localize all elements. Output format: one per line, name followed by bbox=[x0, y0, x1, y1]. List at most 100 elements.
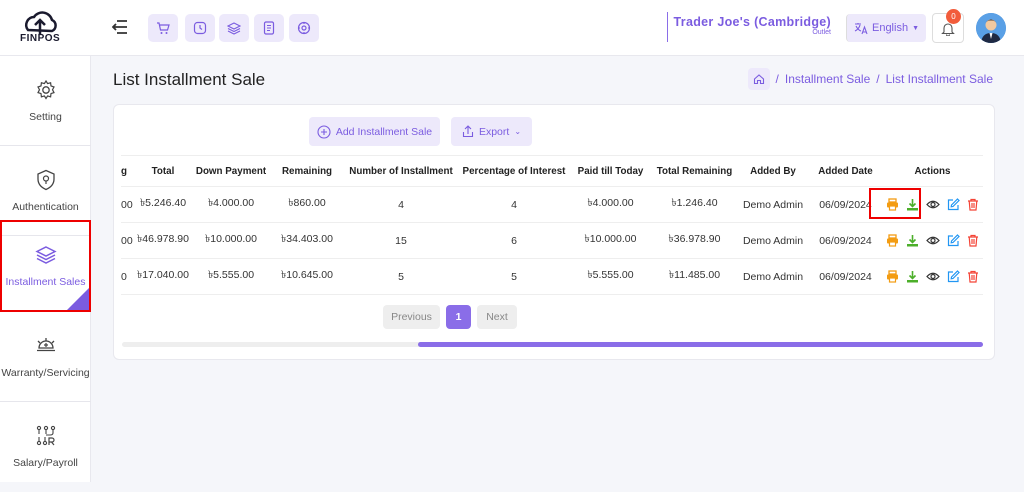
eye-icon[interactable] bbox=[926, 270, 940, 283]
collapse-menu-icon[interactable] bbox=[111, 18, 128, 39]
sidebar-item-setting[interactable]: Setting bbox=[0, 56, 91, 146]
language-label: English bbox=[871, 22, 909, 34]
table-cell: 06/09/2024 bbox=[809, 258, 882, 295]
breadcrumb-list-installment-sale: List Installment Sale bbox=[885, 72, 993, 86]
horizontal-scrollbar-thumb[interactable] bbox=[418, 342, 983, 347]
table-cell: ৳17.040.00 bbox=[135, 258, 191, 295]
trash-icon[interactable] bbox=[967, 234, 979, 247]
actions-cell bbox=[882, 222, 983, 259]
download-icon[interactable] bbox=[906, 234, 919, 247]
cart-button[interactable] bbox=[148, 14, 178, 42]
payroll-icon bbox=[36, 425, 55, 446]
add-installment-sale-button[interactable]: Add Installment Sale bbox=[309, 117, 440, 146]
sidebar-item-installment-sales[interactable]: Installment Sales bbox=[0, 220, 91, 312]
breadcrumb: / Installment Sale / List Installment Sa… bbox=[747, 68, 993, 90]
export-label: Export bbox=[478, 125, 510, 138]
column-header[interactable]: Number of Installment bbox=[343, 155, 459, 187]
table-cell: 5 bbox=[459, 258, 569, 295]
layers-button[interactable] bbox=[219, 14, 249, 42]
column-header[interactable]: Remaining bbox=[271, 155, 343, 187]
edit-icon[interactable] bbox=[947, 270, 960, 283]
table-header-row: g Total Down Payment Remaining Number of… bbox=[121, 155, 983, 187]
column-header[interactable]: Total bbox=[135, 155, 191, 187]
table-cell: 00 bbox=[121, 186, 135, 223]
table-cell: 00 bbox=[121, 222, 135, 259]
home-icon[interactable] bbox=[747, 68, 770, 90]
column-header[interactable]: Added Date bbox=[809, 155, 882, 187]
table-cell: 4 bbox=[459, 186, 569, 223]
installment-table-wrapper[interactable]: g Total Down Payment Remaining Number of… bbox=[121, 155, 983, 295]
add-installment-sale-label: Add Installment Sale bbox=[335, 125, 433, 138]
settings-circle-button[interactable] bbox=[289, 14, 319, 42]
table-cell: Demo Admin bbox=[737, 258, 809, 295]
table-row: 00 ৳46.978.90 ৳10.000.00 ৳34.403.00 15 6… bbox=[121, 222, 983, 259]
table-cell: ৳5.555.00 bbox=[569, 258, 652, 295]
layers-icon bbox=[227, 22, 241, 35]
sidebar-item-label: Warranty/Servicing bbox=[1, 366, 90, 379]
table-cell: ৳1.246.40 bbox=[652, 186, 737, 223]
table-cell: Demo Admin bbox=[737, 222, 809, 259]
column-header[interactable]: Total Remaining bbox=[652, 155, 737, 187]
clock-button[interactable] bbox=[185, 14, 215, 42]
clock-icon bbox=[193, 21, 207, 35]
column-header[interactable]: Added By bbox=[737, 155, 809, 187]
avatar[interactable] bbox=[976, 13, 1006, 43]
breadcrumb-separator: / bbox=[775, 72, 779, 86]
sidebar-item-label: Setting bbox=[29, 110, 62, 123]
notification-badge: 0 bbox=[946, 9, 961, 24]
page-1-button[interactable]: 1 bbox=[446, 305, 471, 329]
store-name: Trader Joe's (Cambridge) bbox=[673, 15, 831, 29]
sidebar-item-label: Salary/Payroll bbox=[13, 457, 78, 469]
table-cell: 4 bbox=[343, 186, 459, 223]
service-icon bbox=[36, 337, 55, 351]
layers-icon bbox=[34, 246, 57, 264]
breadcrumb-installment-sale[interactable]: Installment Sale bbox=[785, 72, 870, 86]
document-button[interactable] bbox=[254, 14, 284, 42]
target-icon bbox=[297, 21, 311, 35]
translate-icon bbox=[854, 22, 868, 34]
shield-icon bbox=[36, 169, 55, 190]
table-cell: Demo Admin bbox=[737, 186, 809, 223]
highlight-box bbox=[869, 188, 921, 219]
installment-table: g Total Down Payment Remaining Number of… bbox=[121, 155, 983, 295]
top-header: FINPOS Trader Joe's (Cambridge) Outlet E… bbox=[0, 0, 1024, 56]
store-selector[interactable]: Trader Joe's (Cambridge) Outlet bbox=[667, 12, 835, 42]
column-header[interactable]: Down Payment bbox=[191, 155, 271, 187]
sidebar-item-warranty-servicing[interactable]: Warranty/Servicing bbox=[0, 312, 91, 402]
column-header[interactable]: g bbox=[121, 155, 135, 187]
table-row: 00 ৳5.246.40 ৳4.000.00 ৳860.00 4 4 ৳4.00… bbox=[121, 186, 983, 223]
eye-icon[interactable] bbox=[926, 198, 940, 211]
store-subtitle: Outlet bbox=[812, 29, 831, 36]
download-icon[interactable] bbox=[906, 270, 919, 283]
table-cell: ৳46.978.90 bbox=[135, 222, 191, 259]
table-cell: 5 bbox=[343, 258, 459, 295]
print-icon[interactable] bbox=[886, 234, 899, 247]
trash-icon[interactable] bbox=[967, 270, 979, 283]
gear-icon bbox=[36, 79, 55, 100]
print-icon[interactable] bbox=[886, 270, 899, 283]
chevron-down-icon: ⌄ bbox=[514, 127, 522, 136]
sidebar: Setting Authentication Installment Sales… bbox=[0, 56, 91, 482]
plus-circle-icon bbox=[317, 124, 331, 139]
table-cell: ৳34.403.00 bbox=[271, 222, 343, 259]
table-cell: ৳10.000.00 bbox=[191, 222, 271, 259]
eye-icon[interactable] bbox=[926, 234, 940, 247]
sidebar-item-label: Installment Sales bbox=[5, 276, 86, 288]
table-cell: 06/09/2024 bbox=[809, 222, 882, 259]
column-header[interactable]: Paid till Today bbox=[569, 155, 652, 187]
edit-icon[interactable] bbox=[947, 198, 960, 211]
table-cell: ৳5.555.00 bbox=[191, 258, 271, 295]
sidebar-item-salary-payroll[interactable]: Salary/Payroll bbox=[0, 402, 91, 492]
column-header[interactable]: Percentage of Interest bbox=[459, 155, 569, 187]
table-cell: ৳36.978.90 bbox=[652, 222, 737, 259]
previous-page-button[interactable]: Previous bbox=[383, 305, 440, 329]
table-cell: ৳10.000.00 bbox=[569, 222, 652, 259]
breadcrumb-separator: / bbox=[876, 72, 880, 86]
language-selector[interactable]: English ▼ bbox=[846, 14, 926, 42]
table-cell: ৳4.000.00 bbox=[569, 186, 652, 223]
next-page-button[interactable]: Next bbox=[477, 305, 517, 329]
trash-icon[interactable] bbox=[967, 198, 979, 211]
edit-icon[interactable] bbox=[947, 234, 960, 247]
export-button[interactable]: Export ⌄ bbox=[451, 117, 532, 146]
page-title: List Installment Sale bbox=[113, 70, 266, 89]
